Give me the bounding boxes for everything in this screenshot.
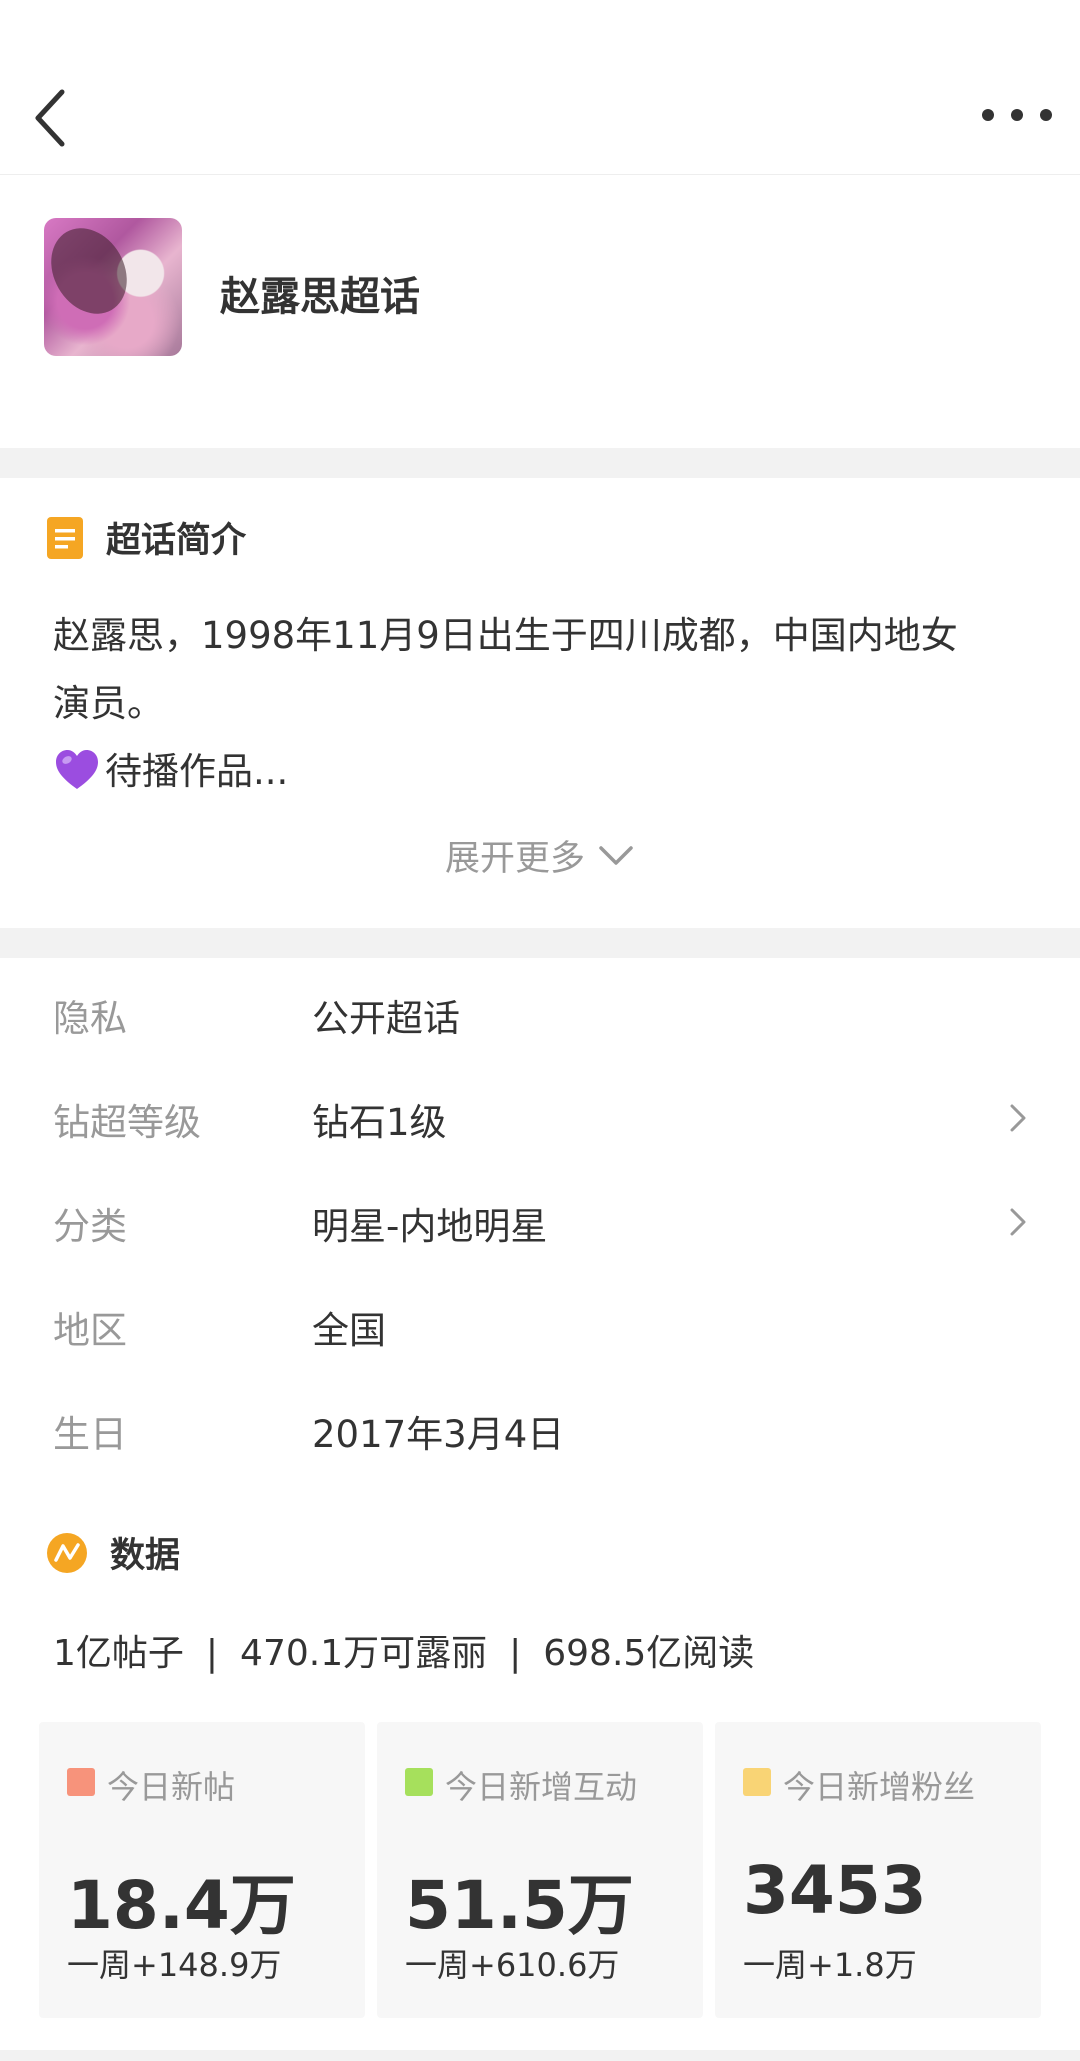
more-dot-icon: [1040, 109, 1052, 121]
intro-line: 演员。: [53, 682, 164, 725]
topic-header: 赵露思超话: [0, 176, 1080, 448]
legend-swatch: [405, 1768, 433, 1796]
stat-card-value: 18.4万: [67, 1867, 296, 1944]
intro-line: 待播作品...: [53, 738, 1043, 806]
separator: |: [509, 1633, 522, 1674]
intro-section-title: 超话简介: [106, 521, 247, 561]
stat-card-label: 今日新增粉丝: [783, 1768, 976, 1806]
stat-card-label: 今日新增互动: [445, 1768, 638, 1806]
fans-count: 470.1万可露丽: [240, 1633, 488, 1674]
intro-text: 赵露思，1998年11月9日出生于四川成都，中国内地女 演员。 待播作品...: [53, 602, 1043, 806]
stat-card-value: 3453: [743, 1852, 927, 1929]
info-row-birthday: 生日 2017年3月4日: [0, 1374, 1080, 1478]
info-row-region: 地区 全国: [0, 1270, 1080, 1374]
info-value: 明星-内地明星: [312, 1205, 548, 1248]
more-dot-icon: [982, 109, 994, 121]
separator: |: [205, 1633, 219, 1674]
reads-count: 698.5亿阅读: [543, 1633, 755, 1674]
document-icon: [47, 516, 83, 559]
info-row-level[interactable]: 钻超等级 钻石1级: [0, 1062, 1080, 1166]
more-button[interactable]: [982, 98, 1052, 132]
stat-card-week: 一周+610.6万: [405, 1946, 620, 1984]
chevron-left-icon: [35, 89, 65, 147]
expand-more-button[interactable]: 展开更多: [0, 830, 1080, 881]
section-divider: [0, 448, 1080, 478]
stat-card-new-fans: 今日新增粉丝 3453 一周+1.8万: [715, 1722, 1041, 2018]
topic-info-list: 隐私 公开超话 钻超等级 钻石1级 分类 明星-内地明星 地区 全国 生日 20…: [0, 958, 1080, 1518]
info-key: 生日: [53, 1413, 127, 1456]
info-row-privacy: 隐私 公开超话: [0, 958, 1080, 1062]
posts-count: 1亿帖子: [53, 1633, 184, 1674]
info-value: 公开超话: [312, 997, 460, 1040]
stat-card-label: 今日新帖: [107, 1768, 236, 1806]
purple-heart-icon: [56, 750, 98, 789]
summary-stats: 1亿帖子 | 470.1万可露丽 | 698.5亿阅读: [53, 1624, 754, 1676]
info-row-category[interactable]: 分类 明星-内地明星: [0, 1166, 1080, 1270]
section-divider: [0, 928, 1080, 958]
more-dot-icon: [1011, 109, 1023, 121]
chevron-down-icon: [599, 846, 633, 865]
stat-card-week: 一周+1.8万: [743, 1946, 917, 1984]
info-value: 2017年3月4日: [312, 1413, 565, 1456]
legend-swatch: [743, 1768, 771, 1796]
stat-card-new-interactions: 今日新增互动 51.5万 一周+610.6万: [377, 1722, 703, 2018]
stat-card-new-posts: 今日新帖 18.4万 一周+148.9万: [39, 1722, 365, 2018]
chevron-right-icon: [1010, 1208, 1026, 1236]
info-value: 全国: [312, 1309, 386, 1352]
topic-avatar[interactable]: [44, 218, 182, 356]
stat-card-value: 51.5万: [405, 1867, 634, 1944]
info-key: 隐私: [53, 997, 127, 1040]
navigation-bar: [0, 0, 1080, 175]
chart-trend-icon: [47, 1532, 87, 1573]
topic-intro-section: 超话简介 赵露思，1998年11月9日出生于四川成都，中国内地女 演员。 待播作…: [0, 478, 1080, 928]
legend-swatch: [67, 1768, 95, 1796]
info-value: 钻石1级: [312, 1101, 447, 1144]
info-key: 钻超等级: [53, 1101, 201, 1144]
data-header: 数据: [46, 1527, 180, 1578]
intro-line: 赵露思，1998年11月9日出生于四川成都，中国内地女: [53, 614, 958, 657]
chevron-right-icon: [1010, 1104, 1026, 1132]
data-section-title: 数据: [110, 1536, 181, 1576]
page-title: 赵露思超话: [220, 274, 420, 320]
back-button[interactable]: [22, 80, 82, 150]
info-key: 分类: [53, 1205, 127, 1248]
section-divider: [0, 2050, 1080, 2061]
intro-header: 超话简介: [46, 512, 246, 563]
info-key: 地区: [53, 1309, 127, 1352]
stat-card-week: 一周+148.9万: [67, 1946, 282, 1984]
